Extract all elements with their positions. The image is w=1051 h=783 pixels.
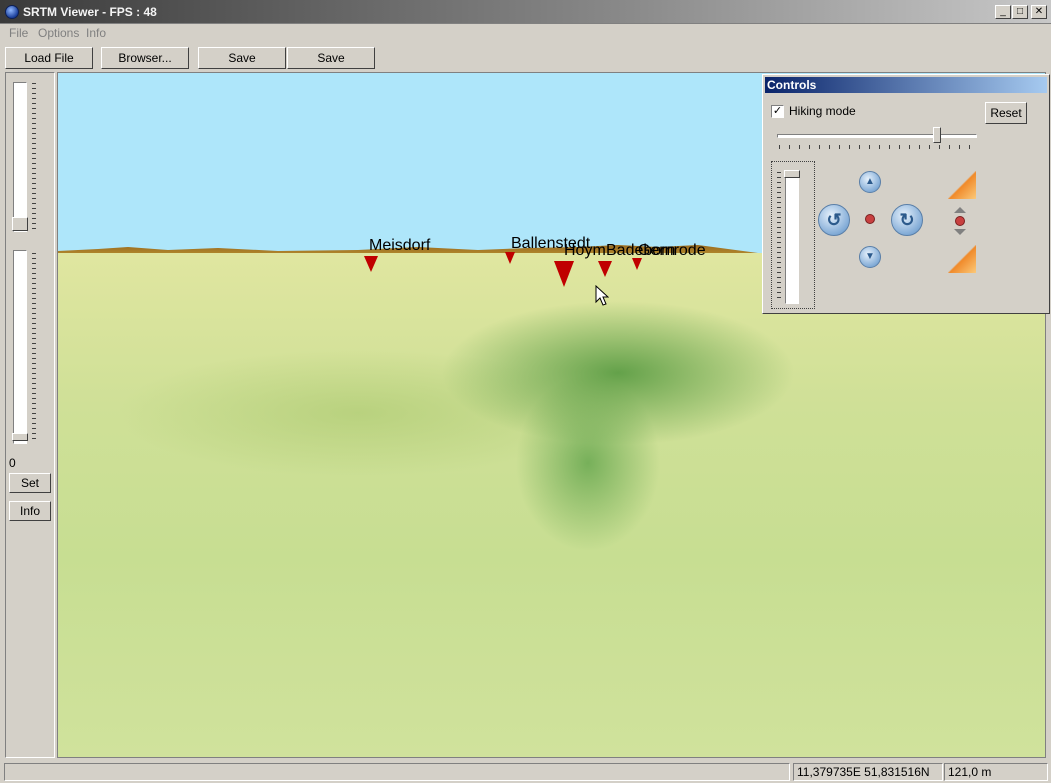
zoom-out-icon[interactable] (948, 245, 976, 273)
hiking-speed-slider-thumb[interactable] (933, 127, 941, 143)
window-title: SRTM Viewer - FPS : 48 (23, 5, 157, 19)
marker-label-gernrode: Gernrode (638, 242, 706, 259)
height-slider[interactable] (785, 170, 799, 304)
app-icon (5, 5, 19, 19)
left-panel: 0 Set Info (5, 72, 55, 758)
rotate-right-icon[interactable]: ↻ (891, 204, 923, 236)
load-file-button[interactable]: Load File (5, 47, 93, 69)
hiking-speed-ticks (779, 145, 979, 149)
minimize-button[interactable]: _ (995, 5, 1011, 19)
move-up-icon[interactable]: ▲ (859, 171, 881, 193)
upper-vertical-slider[interactable] (13, 82, 27, 232)
center-dot-icon[interactable] (865, 214, 875, 224)
upper-slider-ticks (32, 83, 36, 231)
close-button[interactable]: ✕ (1031, 5, 1047, 19)
move-down-icon[interactable]: ▼ (859, 246, 881, 268)
terrain-surface (58, 253, 1045, 757)
mouse-cursor-icon (595, 285, 609, 306)
marker-badeborn[interactable] (598, 261, 612, 277)
zoom-in-icon[interactable] (948, 171, 976, 199)
toolbar: Load File Browser... Save Screenshot Sav… (0, 42, 1051, 85)
marker-hoym[interactable] (554, 261, 574, 287)
menu-file[interactable]: File (9, 26, 28, 40)
hiking-speed-slider[interactable] (777, 134, 977, 138)
lower-vertical-slider[interactable] (13, 250, 27, 444)
height-slider-ticks (777, 172, 781, 302)
status-message (4, 763, 790, 781)
save-screenshot-button[interactable]: Save Screenshot (198, 47, 286, 85)
lower-slider-thumb[interactable] (12, 433, 28, 441)
browser-button[interactable]: Browser... (101, 47, 189, 69)
status-bar: 11,379735E 51,831516N 121,0 m (0, 760, 1051, 783)
save-heightmap-button[interactable]: Save Heightmap (287, 47, 375, 85)
height-slider-frame (771, 161, 815, 309)
reset-button[interactable]: Reset (985, 102, 1027, 124)
menu-options[interactable]: Options (38, 26, 79, 40)
controls-title: Controls (765, 77, 1047, 93)
marker-gernrode[interactable] (632, 258, 642, 270)
status-coordinates: 11,379735E 51,831516N (793, 763, 943, 781)
lower-slider-ticks (32, 253, 36, 443)
status-elevation: 121,0 m (944, 763, 1048, 781)
set-button[interactable]: Set (9, 473, 51, 493)
title-bar: SRTM Viewer - FPS : 48 _ □ ✕ (0, 0, 1051, 24)
marker-ballenstedt[interactable] (505, 252, 515, 264)
menu-bar: File Options Info (0, 24, 1051, 42)
hiking-mode-label: Hiking mode (789, 104, 856, 118)
marker-label-hoym: Hoym (564, 242, 606, 259)
marker-meisdorf[interactable] (364, 256, 378, 272)
hiking-mode-checkbox[interactable]: ✓ (771, 105, 784, 118)
menu-info[interactable]: Info (86, 26, 106, 40)
tilt-icon[interactable] (954, 207, 966, 235)
marker-label-meisdorf: Meisdorf (369, 237, 431, 254)
upper-slider-thumb[interactable] (12, 217, 28, 231)
controls-panel: Controls ✓ Hiking mode Reset ▲ ▼ ↺ ↻ (762, 74, 1050, 314)
maximize-button[interactable]: □ (1012, 5, 1028, 19)
rotate-left-icon[interactable]: ↺ (818, 204, 850, 236)
info-button[interactable]: Info (9, 501, 51, 521)
slider-value: 0 (9, 456, 16, 470)
height-slider-thumb[interactable] (784, 170, 800, 178)
